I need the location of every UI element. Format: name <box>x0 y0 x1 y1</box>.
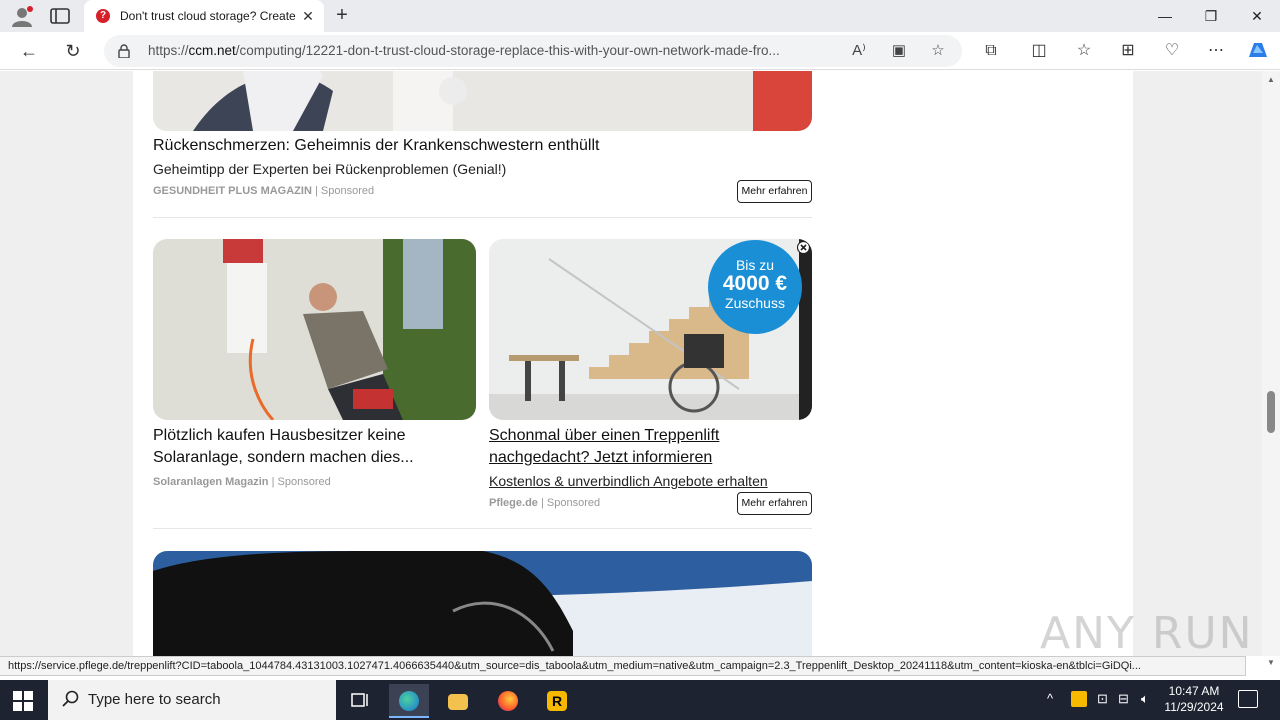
ad-desc-back-pain[interactable]: Geheimtipp der Experten bei Rückenproble… <box>153 161 812 177</box>
badge-line-1: Bis zu <box>735 257 775 273</box>
taskbar-firefox[interactable] <box>488 684 528 718</box>
more-options-icon[interactable]: ⋯ <box>1204 40 1228 62</box>
url-text[interactable]: https://ccm.net/computing/12221-don-t-tr… <box>148 43 838 58</box>
ccm-favicon-icon: ? <box>96 9 110 23</box>
taskbar-edge[interactable] <box>389 684 429 718</box>
notification-center-icon[interactable] <box>1238 690 1258 708</box>
subsidy-badge: Bis zu 4000 € Zuschuss <box>708 240 802 334</box>
clock-time: 10:47 AM <box>1168 684 1220 698</box>
address-bar[interactable]: https://ccm.net/computing/12221-don-t-tr… <box>104 35 962 67</box>
ad-image-solar-art <box>153 239 476 420</box>
badge-line-2: 4000 € <box>722 272 788 295</box>
tray-app-icon[interactable] <box>1071 691 1087 707</box>
browser-toolbar: ← ↻ https://ccm.net/computing/12221-don-… <box>0 32 1280 70</box>
learn-more-button[interactable]: Mehr erfahren <box>737 180 812 203</box>
task-view-icon <box>351 693 368 707</box>
extensions-icon[interactable]: ⧉ <box>979 40 1003 62</box>
maximize-button[interactable]: ❐ <box>1196 4 1226 28</box>
page-viewport: Rückenschmerzen: Geheimnis der Krankensc… <box>0 71 1262 656</box>
new-tab-button[interactable]: + <box>330 4 354 28</box>
minimize-button[interactable]: — <box>1150 4 1180 28</box>
taskbar-file-explorer[interactable] <box>438 684 478 718</box>
scroll-down-arrow-icon[interactable]: ▼ <box>1266 658 1276 668</box>
firefox-icon <box>498 691 518 711</box>
copilot-icon[interactable] <box>1245 39 1271 63</box>
page-scrollbar[interactable]: ▲ ▼ <box>1262 71 1280 667</box>
show-hidden-icons-icon[interactable]: ^ <box>1047 691 1053 706</box>
read-aloud-icon[interactable]: A⁾ <box>848 41 870 61</box>
link-status-bar: https://service.pflege.de/treppenlift?CI… <box>0 656 1246 676</box>
close-ad-icon[interactable] <box>797 241 810 254</box>
edge-icon <box>399 691 419 711</box>
favorites-icon[interactable]: ☆ <box>1072 40 1096 62</box>
reload-button[interactable]: ↻ <box>60 38 86 64</box>
search-icon <box>62 690 79 707</box>
ad-source-solar[interactable]: Solaranlagen Magazin | Sponsored <box>153 476 331 488</box>
windows-taskbar: Type here to search R ^ ⊡ ⊟ 🔈︎ 10:47 AM … <box>0 680 1280 720</box>
divider <box>153 217 812 218</box>
volume-icon[interactable]: 🔈︎ <box>1141 691 1149 707</box>
ad-image-shoe-art <box>153 551 812 656</box>
ad-image-shoe[interactable] <box>153 551 812 656</box>
learn-more-button[interactable]: Mehr erfahren <box>737 492 812 515</box>
taskbar-app-r[interactable]: R <box>537 684 577 718</box>
ad-image-back-pain[interactable] <box>153 71 812 131</box>
browser-essentials-icon[interactable]: ♡ <box>1160 40 1184 62</box>
anyrun-watermark: ANY RUN <box>1040 608 1254 659</box>
scrollbar-thumb[interactable] <box>1267 391 1275 433</box>
ad-desc-stairlift[interactable]: Kostenlos & unverbindlich Angebote erhal… <box>489 473 812 489</box>
scroll-up-arrow-icon[interactable]: ▲ <box>1266 75 1276 85</box>
task-view-button[interactable] <box>340 684 380 718</box>
search-placeholder: Type here to search <box>88 691 221 708</box>
device-icon[interactable]: ⊡ <box>1097 691 1108 707</box>
badge-line-3: Zuschuss <box>725 295 785 311</box>
taskbar-clock[interactable]: 10:47 AM 11/29/2024 <box>1160 683 1228 715</box>
ad-image-solar[interactable] <box>153 239 476 420</box>
clock-date: 11/29/2024 <box>1164 700 1224 714</box>
app-r-icon: R <box>547 691 567 711</box>
close-tab-icon[interactable]: ✕ <box>300 8 316 24</box>
ad-image-stairlift[interactable]: Bis zu 4000 € Zuschuss <box>489 239 812 420</box>
ad-source-stairlift[interactable]: Pflege.de | Sponsored <box>489 497 600 509</box>
article-page: Rückenschmerzen: Geheimnis der Krankensc… <box>133 71 1133 656</box>
tab-actions-icon[interactable] <box>48 6 72 26</box>
ad-source-back-pain[interactable]: GESUNDHEIT PLUS MAGAZIN | Sponsored <box>153 185 374 197</box>
split-screen-icon[interactable]: ◫ <box>1027 40 1051 62</box>
network-icon[interactable]: ⊟ <box>1118 691 1129 707</box>
immersive-reader-icon[interactable]: ▣ <box>888 41 910 61</box>
ad-title-solar[interactable]: Plötzlich kaufen Hausbesitzer keine Sola… <box>153 425 473 469</box>
collections-icon[interactable]: ⊞ <box>1116 40 1140 62</box>
favorite-star-icon[interactable]: ☆ <box>927 41 949 61</box>
lock-icon[interactable] <box>118 44 130 58</box>
ad-title-back-pain[interactable]: Rückenschmerzen: Geheimnis der Krankensc… <box>153 135 812 157</box>
back-button[interactable]: ← <box>16 38 42 64</box>
tab-title: Don't trust cloud storage? Create <box>120 9 296 23</box>
ad-title-stairlift[interactable]: Schonmal über einen Treppenlift nachgeda… <box>489 425 812 469</box>
ad-image-back-pain-art <box>153 71 812 131</box>
folder-icon <box>448 694 468 710</box>
active-tab[interactable]: ? Don't trust cloud storage? Create ✕ <box>84 0 324 32</box>
tab-strip: ? Don't trust cloud storage? Create ✕ + … <box>0 0 1280 32</box>
taskbar-search-box[interactable]: Type here to search <box>48 680 336 720</box>
windows-start-icon[interactable] <box>12 690 34 712</box>
divider <box>153 528 812 529</box>
profile-icon[interactable] <box>10 5 34 27</box>
close-window-button[interactable]: ✕ <box>1242 4 1272 28</box>
